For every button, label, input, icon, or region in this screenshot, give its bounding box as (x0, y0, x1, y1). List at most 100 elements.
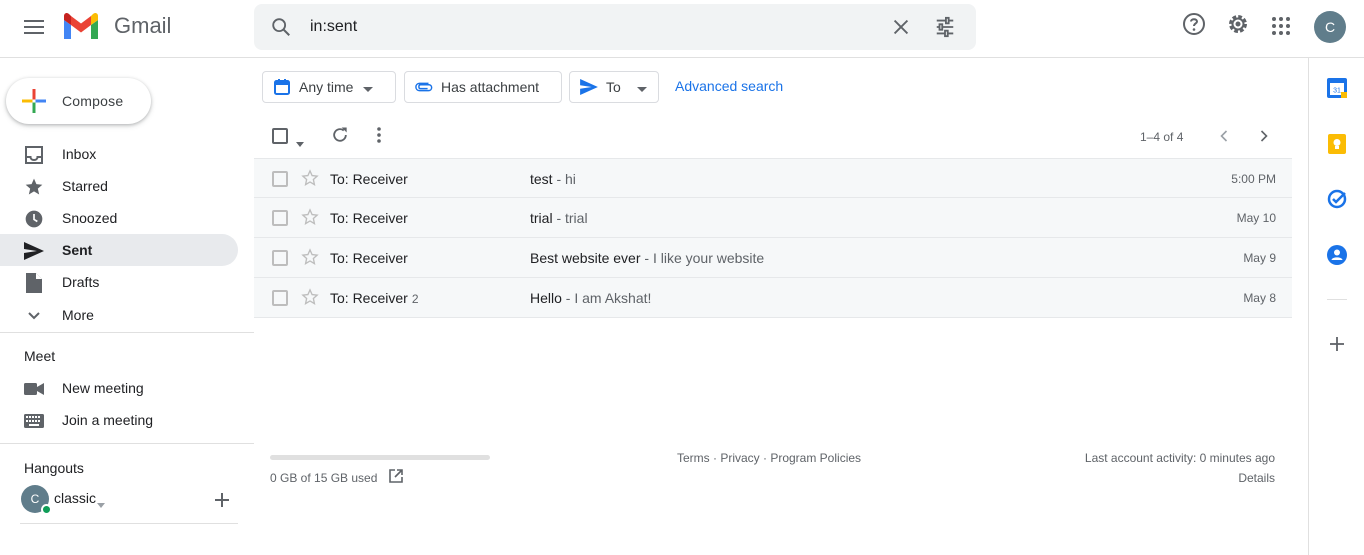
last-activity: Last account activity: 0 minutes ago (1084, 451, 1275, 465)
star-outline-icon[interactable] (301, 169, 319, 190)
any-time-label: Any time (299, 79, 354, 95)
star-outline-icon[interactable] (301, 208, 319, 229)
clock-icon (24, 209, 44, 229)
sidebar-item-label: Snoozed (62, 210, 118, 226)
table-row[interactable]: To: Receiver trial - trial May 10 (254, 198, 1292, 238)
gmail-m-icon (64, 12, 98, 40)
keyboard-icon (24, 411, 44, 431)
caret-down-icon[interactable] (97, 495, 105, 513)
inbox-icon (24, 145, 44, 165)
search-bar (254, 4, 976, 50)
add-icon[interactable] (213, 491, 231, 514)
email-date: May 8 (1243, 291, 1276, 305)
top-bar: Gmail C (0, 0, 1364, 58)
email-subject: trial - trial (530, 210, 588, 226)
svg-text:31: 31 (1333, 88, 1341, 95)
calendar-icon (273, 78, 291, 96)
divider (20, 523, 238, 524)
caret-down-icon (363, 79, 374, 95)
sidebar-item-starred[interactable]: Starred (0, 170, 238, 202)
refresh-icon[interactable] (330, 125, 350, 150)
to-label: To (606, 79, 621, 95)
storage-text: 0 GB of 15 GB used (270, 471, 378, 485)
sidebar-item-drafts[interactable]: Drafts (0, 266, 238, 298)
email-date: May 10 (1236, 211, 1276, 225)
table-row[interactable]: To: Receiver Best website ever - I like … (254, 238, 1292, 278)
hangouts-user-name[interactable]: classic (54, 490, 96, 506)
divider (1327, 299, 1347, 300)
search-icon[interactable] (270, 16, 292, 43)
keep-icon[interactable] (1326, 133, 1348, 155)
compose-label: Compose (62, 93, 124, 109)
video-camera-icon (24, 379, 44, 399)
close-icon[interactable] (890, 16, 912, 43)
search-options-icon[interactable] (934, 16, 956, 43)
sidebar-item-more[interactable]: More (0, 299, 238, 331)
main-content: Any time Has attachment To Advanced sear… (254, 58, 1308, 555)
sidebar-item-inbox[interactable]: Inbox (0, 138, 238, 170)
search-input[interactable] (310, 15, 870, 39)
contacts-icon[interactable] (1326, 244, 1348, 266)
join-meeting-item[interactable]: Join a meeting (0, 404, 238, 436)
sidebar-item-snoozed[interactable]: Snoozed (0, 202, 238, 234)
paperclip-icon (415, 78, 433, 96)
divider (0, 443, 254, 444)
new-meeting-item[interactable]: New meeting (0, 372, 238, 404)
pagination-range: 1–4 of 4 (1140, 130, 1184, 144)
app-name: Gmail (114, 13, 172, 38)
email-subject: test - hi (530, 171, 576, 187)
divider (0, 332, 254, 333)
online-status-dot (41, 504, 52, 515)
gmail-logo[interactable]: Gmail (62, 12, 171, 40)
apps-grid-icon[interactable] (1271, 16, 1291, 41)
to-filter[interactable]: To (569, 71, 659, 103)
sidebar-item-label: Inbox (62, 146, 97, 162)
details-link[interactable]: Details (1238, 471, 1275, 485)
footer-links[interactable]: Terms · Privacy · Program Policies (677, 451, 861, 465)
row-checkbox[interactable] (272, 290, 288, 306)
open-in-new-icon[interactable] (388, 468, 404, 489)
email-list: To: Receiver test - hi 5:00 PM To: Recei… (254, 158, 1292, 318)
chevron-down-icon (24, 306, 44, 326)
table-row[interactable]: To: Receiver test - hi 5:00 PM (254, 158, 1292, 198)
email-subject: Hello - I am Akshat! (530, 290, 652, 306)
any-time-filter[interactable]: Any time (262, 71, 396, 103)
side-panel: 31 (1308, 58, 1364, 555)
email-sender: To: Receiver (330, 210, 408, 226)
email-sender: To: Receiver (330, 171, 408, 187)
row-checkbox[interactable] (272, 250, 288, 266)
star-outline-icon[interactable] (301, 288, 319, 309)
tasks-icon[interactable] (1326, 188, 1348, 210)
list-toolbar: 1–4 of 4 (254, 118, 1308, 158)
table-row[interactable]: To: Receiver 2 Hello - I am Akshat! May 8 (254, 278, 1292, 318)
compose-button[interactable]: Compose (6, 78, 151, 124)
meet-title: Meet (24, 348, 56, 364)
send-icon (580, 78, 598, 96)
help-icon[interactable] (1182, 12, 1206, 41)
select-all-checkbox[interactable] (272, 128, 288, 144)
chevron-right-icon[interactable] (1260, 129, 1268, 147)
chevron-left-icon[interactable] (1220, 129, 1228, 147)
more-vert-icon[interactable] (377, 127, 381, 148)
account-avatar[interactable]: C (1314, 11, 1346, 43)
main-menu-button[interactable] (18, 11, 50, 43)
calendar-icon[interactable]: 31 (1326, 77, 1348, 99)
has-attachment-filter[interactable]: Has attachment (404, 71, 562, 103)
caret-down-icon[interactable] (296, 134, 304, 152)
sidebar-item-label: Drafts (62, 274, 100, 290)
gear-icon[interactable] (1226, 12, 1250, 41)
add-icon[interactable] (1326, 333, 1348, 355)
email-date: 5:00 PM (1231, 172, 1276, 186)
row-checkbox[interactable] (272, 210, 288, 226)
row-checkbox[interactable] (272, 171, 288, 187)
email-date: May 9 (1243, 251, 1276, 265)
sidebar-item-label: More (62, 307, 94, 323)
plus-icon (22, 89, 46, 113)
email-subject: Best website ever - I like your website (530, 250, 765, 266)
sidebar-item-sent[interactable]: Sent (0, 234, 238, 266)
draft-icon (24, 273, 44, 293)
new-meeting-label: New meeting (62, 380, 144, 396)
email-sender: To: Receiver (330, 250, 408, 266)
advanced-search-link[interactable]: Advanced search (675, 78, 783, 94)
star-outline-icon[interactable] (301, 248, 319, 269)
